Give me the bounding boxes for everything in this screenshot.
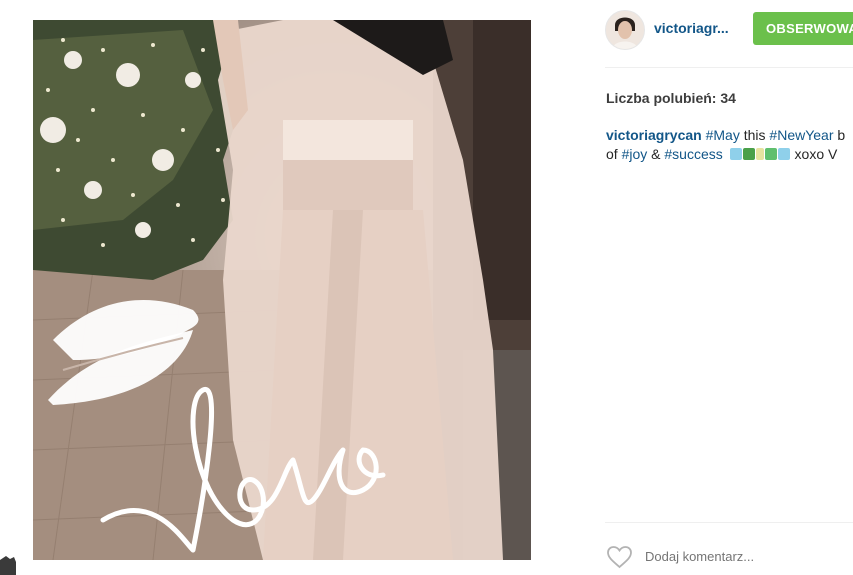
caption-line-2: of #joy & #success xoxo V xyxy=(606,145,853,164)
caption-text: this xyxy=(739,127,770,143)
money-emoji-icon xyxy=(742,148,755,160)
hashtag-success[interactable]: #success xyxy=(664,146,722,162)
follow-button[interactable]: OBSERWOWA xyxy=(753,12,853,45)
caption-username[interactable]: victoriagrycan xyxy=(606,127,702,143)
hashtag-newyear[interactable]: #NewYear xyxy=(769,127,833,143)
cocktail-emoji-icon xyxy=(755,148,764,160)
divider xyxy=(605,522,853,523)
username-link[interactable]: victoriagr... xyxy=(654,20,729,36)
confetti-emoji-icon xyxy=(729,148,742,160)
avatar[interactable] xyxy=(605,10,645,50)
add-comment-input[interactable] xyxy=(645,549,845,564)
hashtag-joy[interactable]: #joy xyxy=(622,146,648,162)
caption-text: b xyxy=(833,127,846,143)
caption-text: xoxo V xyxy=(790,146,838,162)
photo-illustration xyxy=(33,20,531,560)
avatar-image xyxy=(606,11,644,49)
post-header: victoriagr... OBSERWOWA xyxy=(605,10,853,50)
caption: victoriagrycan #May this #NewYear b of #… xyxy=(606,126,853,164)
likes-count[interactable]: Liczba polubień: 34 xyxy=(606,90,736,106)
caption-line-1: victoriagrycan #May this #NewYear b xyxy=(606,126,853,145)
partial-icon xyxy=(0,556,16,575)
divider xyxy=(605,67,853,68)
caption-text: of xyxy=(606,146,622,162)
confetti-emoji-icon xyxy=(777,148,790,160)
hashtag-may[interactable]: #May xyxy=(706,127,740,143)
post-photo[interactable] xyxy=(33,20,531,560)
heart-outline-icon[interactable] xyxy=(606,545,633,569)
caption-text: & xyxy=(647,146,665,162)
party-emoji-icon xyxy=(764,148,777,160)
